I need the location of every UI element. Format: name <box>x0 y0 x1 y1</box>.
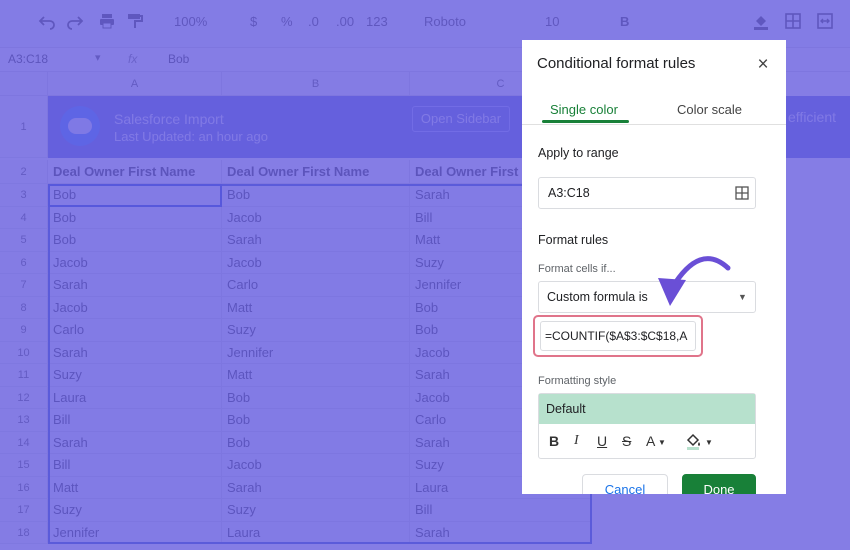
italic-button[interactable]: I <box>574 433 579 449</box>
borders-icon[interactable] <box>784 12 802 30</box>
banner-title: Salesforce Import <box>114 111 224 127</box>
chevron-down-icon: ▼ <box>658 438 666 447</box>
row-header[interactable]: 17 <box>0 499 48 522</box>
bold-button[interactable]: B <box>549 433 559 449</box>
redo-icon[interactable] <box>66 12 84 30</box>
annotation-arrow-icon <box>658 256 731 306</box>
formula-bar-value[interactable]: Bob <box>168 52 189 66</box>
row-header[interactable]: 13 <box>0 409 48 432</box>
row-header[interactable]: 1 <box>0 96 48 158</box>
close-icon[interactable]: × <box>751 53 775 77</box>
banner-subtitle: Last Updated: an hour ago <box>114 129 268 144</box>
paint-format-icon[interactable] <box>126 12 144 30</box>
row-header[interactable]: 14 <box>0 431 48 454</box>
row-header[interactable]: 7 <box>0 274 48 297</box>
row-header[interactable]: 16 <box>0 476 48 499</box>
print-icon[interactable] <box>98 12 116 30</box>
condition-select-value: Custom formula is <box>547 290 648 304</box>
row-header[interactable]: 11 <box>0 364 48 387</box>
percent-button[interactable]: % <box>281 14 293 29</box>
style-preset-select[interactable]: Default <box>539 394 755 424</box>
panel-title: Conditional format rules <box>537 55 696 72</box>
undo-icon[interactable] <box>38 12 56 30</box>
active-tab-indicator <box>542 120 629 123</box>
banner-right-text: efficient <box>788 109 836 125</box>
fx-icon: fx <box>128 52 138 66</box>
active-cell[interactable] <box>48 184 222 207</box>
row-header[interactable]: 4 <box>0 206 48 229</box>
decrease-decimal-button[interactable]: .0 <box>308 14 319 29</box>
tab-color-scale[interactable]: Color scale <box>677 102 742 117</box>
zoom-select[interactable]: 100% <box>174 14 207 29</box>
strikethrough-button[interactable]: S <box>622 433 631 449</box>
style-toolbar: B I U S A ▼ ▼ <box>539 424 755 458</box>
tab-single-color[interactable]: Single color <box>550 102 618 117</box>
formatting-style-box: Default B I U S A ▼ ▼ <box>538 393 756 459</box>
merge-cells-icon[interactable] <box>816 12 834 30</box>
formula-highlight-box: =COUNTIF($A$3:$C$18,A <box>533 315 703 357</box>
range-input[interactable]: A3:C18 <box>538 177 756 209</box>
range-input-value: A3:C18 <box>548 186 590 200</box>
row-header[interactable]: 6 <box>0 251 48 274</box>
row-header[interactable]: 8 <box>0 296 48 319</box>
header-cell[interactable]: Deal Owner First Name <box>222 160 410 184</box>
chevron-down-icon[interactable]: ▾ <box>95 51 101 64</box>
row-header[interactable]: 12 <box>0 386 48 409</box>
open-sidebar-button[interactable]: Open Sidebar <box>412 106 510 132</box>
apply-to-range-label: Apply to range <box>538 146 619 160</box>
select-all-corner[interactable] <box>0 72 48 96</box>
font-size-select[interactable]: 10 <box>545 14 559 29</box>
formatting-style-label: Formatting style <box>538 375 617 387</box>
row-header[interactable]: 3 <box>0 184 48 207</box>
fill-color-icon[interactable] <box>685 432 703 450</box>
bold-button[interactable]: B <box>620 14 629 29</box>
currency-button[interactable]: $ <box>250 14 257 29</box>
column-header-a[interactable]: A <box>48 72 222 96</box>
increase-decimal-button[interactable]: .00 <box>336 14 354 29</box>
header-cell[interactable]: Deal Owner First Name <box>48 160 222 184</box>
underline-button[interactable]: U <box>597 433 607 449</box>
column-header-b[interactable]: B <box>222 72 410 96</box>
row-header[interactable]: 5 <box>0 229 48 252</box>
row-header[interactable]: 15 <box>0 454 48 477</box>
chevron-down-icon: ▼ <box>705 438 713 447</box>
done-button[interactable]: Done <box>682 474 756 494</box>
tab-divider <box>522 124 786 125</box>
text-color-button[interactable]: A <box>646 433 655 449</box>
custom-formula-input[interactable]: =COUNTIF($A$3:$C$18,A <box>540 321 696 351</box>
row-header[interactable]: 10 <box>0 341 48 364</box>
selected-range <box>48 184 592 544</box>
more-formats-button[interactable]: 123 <box>366 14 388 29</box>
select-range-grid-icon[interactable] <box>735 186 749 200</box>
salesforce-logo-icon <box>60 106 100 146</box>
cancel-button[interactable]: Cancel <box>582 474 668 494</box>
row-header[interactable]: 9 <box>0 319 48 342</box>
row-header[interactable]: 18 <box>0 521 48 544</box>
format-rules-label: Format rules <box>538 233 609 247</box>
row-header[interactable]: 2 <box>0 160 48 184</box>
font-select[interactable]: Roboto <box>424 14 466 29</box>
fill-color-icon[interactable] <box>752 12 770 30</box>
name-box[interactable]: A3:C18 <box>8 52 48 66</box>
format-cells-if-label: Format cells if... <box>538 263 616 275</box>
